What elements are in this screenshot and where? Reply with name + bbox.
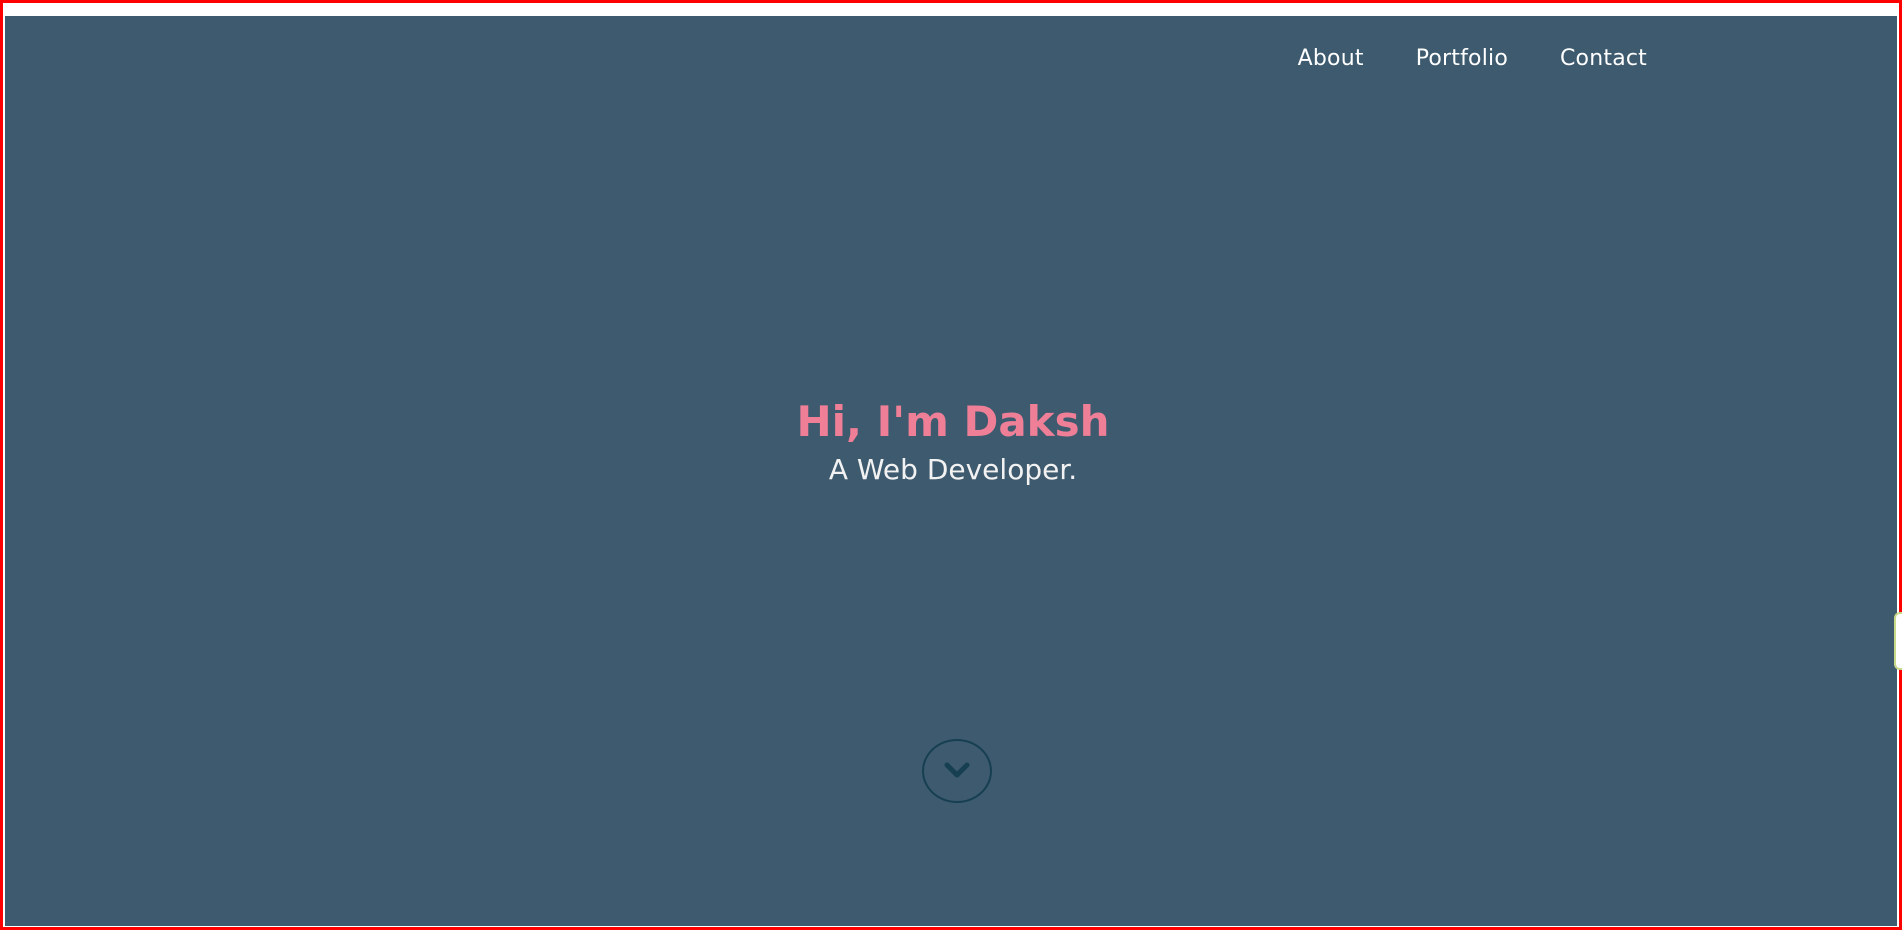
top-strip: [3, 3, 1899, 16]
chevron-down-icon: [944, 762, 970, 778]
hero-subtitle: A Web Developer.: [828, 453, 1078, 486]
hero-title: Hi, I'm Daksh: [796, 397, 1110, 446]
hero-section: About Portfolio Contact Hi, I'm Daksh A …: [5, 16, 1897, 926]
hero-text-block: Hi, I'm Daksh A Web Developer.: [5, 394, 1901, 490]
nav-link-portfolio[interactable]: Portfolio: [1390, 44, 1534, 74]
nav-link-about[interactable]: About: [1272, 44, 1390, 74]
main-nav: About Portfolio Contact: [1272, 44, 1673, 74]
nav-link-contact[interactable]: Contact: [1534, 44, 1673, 74]
scroll-down-button[interactable]: [922, 739, 992, 803]
side-tab[interactable]: [1894, 612, 1902, 670]
